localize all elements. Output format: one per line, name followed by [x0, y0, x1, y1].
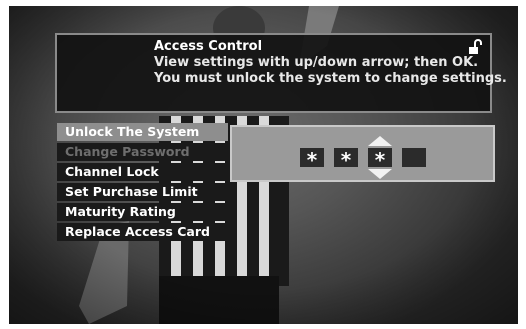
menu-item-unlock-the-system[interactable]: Unlock The System — [57, 123, 228, 141]
menu-item-set-purchase-limit[interactable]: Set Purchase Limit — [57, 183, 228, 201]
password-entry-panel: * * * — [230, 125, 495, 182]
password-digit-2[interactable]: * — [334, 148, 358, 172]
menu-item-channel-lock[interactable]: Channel Lock — [57, 163, 228, 181]
access-control-header: Access Control View settings with up/dow… — [55, 33, 507, 113]
password-digit-3[interactable]: * — [368, 148, 392, 172]
menu-item-maturity-rating[interactable]: Maturity Rating — [57, 203, 228, 221]
menu-item-replace-access-card[interactable]: Replace Access Card — [57, 223, 228, 241]
password-digit-4[interactable] — [402, 148, 426, 167]
menu-item-change-password: Change Password — [57, 143, 228, 161]
lock-icon — [469, 39, 482, 54]
page-title: Access Control — [154, 39, 263, 54]
instruction-line-1: View settings with up/down arrow; then O… — [154, 55, 479, 70]
password-digit-1[interactable]: * — [300, 148, 324, 172]
arrow-down-icon[interactable] — [368, 169, 392, 179]
access-control-menu: Unlock The System Change Password Channe… — [57, 123, 228, 243]
instruction-line-2: You must unlock the system to change set… — [154, 71, 507, 86]
arrow-up-icon[interactable] — [368, 136, 392, 146]
